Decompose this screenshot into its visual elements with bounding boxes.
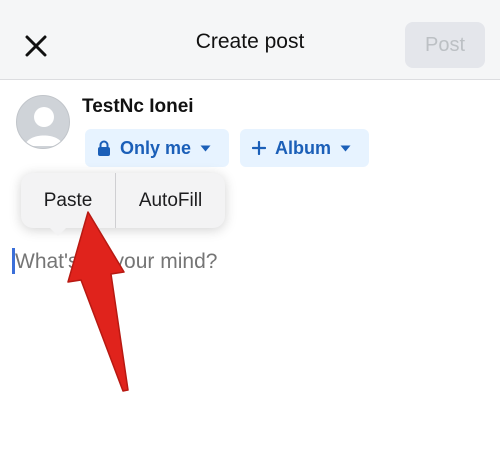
album-selector[interactable]: Album <box>240 129 369 167</box>
autofill-menu-item[interactable]: AutoFill <box>116 173 225 228</box>
plus-icon <box>252 141 266 155</box>
album-label: Album <box>275 137 331 158</box>
paste-menu-item[interactable]: Paste <box>21 173 115 228</box>
post-composer-input[interactable] <box>15 249 315 275</box>
edit-context-menu: Paste AutoFill <box>21 173 225 228</box>
lock-icon <box>98 140 110 156</box>
privacy-label: Only me <box>120 137 192 158</box>
caret-down-icon <box>200 145 211 151</box>
post-button[interactable]: Post <box>405 22 485 68</box>
privacy-selector[interactable]: Only me <box>85 129 229 167</box>
user-avatar-icon <box>25 107 63 146</box>
caret-down-icon <box>340 145 351 151</box>
user-name: TestNc Ionei <box>82 96 194 117</box>
top-bar: Create post Post <box>0 0 500 80</box>
avatar <box>16 95 70 149</box>
context-menu-pointer <box>48 226 68 236</box>
